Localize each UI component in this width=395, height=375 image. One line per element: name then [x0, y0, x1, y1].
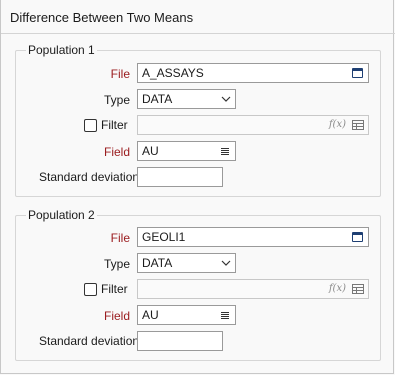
field-select[interactable]: AU: [137, 141, 236, 161]
filter-label: Filter: [101, 282, 128, 296]
file-value: GEOLI1: [142, 230, 186, 244]
dialog-window: Difference Between Two Means Population …: [0, 0, 395, 374]
list-menu-icon[interactable]: [221, 148, 229, 155]
field-label: Field: [103, 309, 130, 323]
file-label: File: [110, 231, 130, 245]
chevron-down-icon: [221, 96, 231, 102]
list-menu-icon[interactable]: [221, 312, 229, 319]
field-value: AU: [142, 144, 159, 158]
filter-input[interactable]: f(x): [137, 279, 369, 299]
type-label: Type: [103, 257, 130, 271]
group-title: Population 1: [26, 43, 97, 57]
population-2-group: Population 2 File GEOLI1 Type DATA Filte…: [15, 208, 381, 361]
filter-label: Filter: [101, 118, 128, 132]
field-select[interactable]: AU: [137, 305, 236, 325]
type-value: DATA: [142, 256, 173, 270]
field-label: Field: [103, 145, 130, 159]
calendar-icon[interactable]: [352, 232, 363, 242]
filter-checkbox[interactable]: [84, 119, 97, 132]
chevron-down-icon: [221, 260, 231, 266]
calendar-icon[interactable]: [352, 68, 363, 78]
title-divider: [1, 33, 395, 34]
file-value: A_ASSAYS: [142, 66, 204, 80]
stddev-input[interactable]: [137, 331, 223, 351]
grid-icon[interactable]: [352, 284, 364, 294]
group-title: Population 2: [26, 208, 97, 222]
grid-icon[interactable]: [352, 120, 364, 130]
stddev-label: Standard deviation: [39, 170, 140, 184]
type-select[interactable]: DATA: [137, 253, 236, 273]
fx-icon[interactable]: f(x): [329, 116, 346, 134]
type-label: Type: [103, 93, 130, 107]
filter-checkbox[interactable]: [84, 283, 97, 296]
type-value: DATA: [142, 92, 173, 106]
field-value: AU: [142, 308, 159, 322]
dialog-title: Difference Between Two Means: [10, 10, 194, 25]
population-1-group: Population 1 File A_ASSAYS Type DATA Fil…: [15, 43, 381, 197]
file-input[interactable]: GEOLI1: [137, 227, 369, 247]
fx-icon[interactable]: f(x): [329, 280, 346, 298]
file-label: File: [110, 67, 130, 81]
stddev-label: Standard deviation: [39, 334, 140, 348]
stddev-input[interactable]: [137, 167, 223, 187]
file-input[interactable]: A_ASSAYS: [137, 63, 369, 83]
filter-input[interactable]: f(x): [137, 115, 369, 135]
type-select[interactable]: DATA: [137, 89, 236, 109]
